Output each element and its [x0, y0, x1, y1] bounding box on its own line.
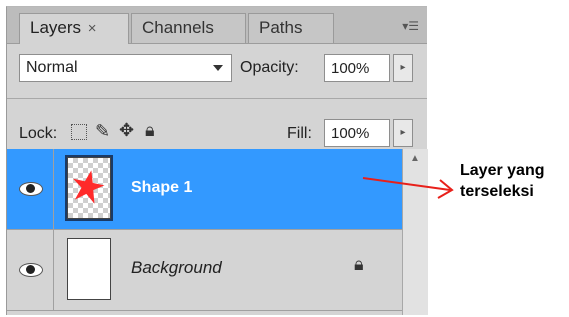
annotation-arrow	[362, 177, 454, 199]
annotation-line-2: terseleksi	[460, 183, 534, 200]
annotation-text: Layer yang terseleksi	[460, 160, 544, 202]
annotation-line-1: Layer yang	[460, 162, 545, 179]
